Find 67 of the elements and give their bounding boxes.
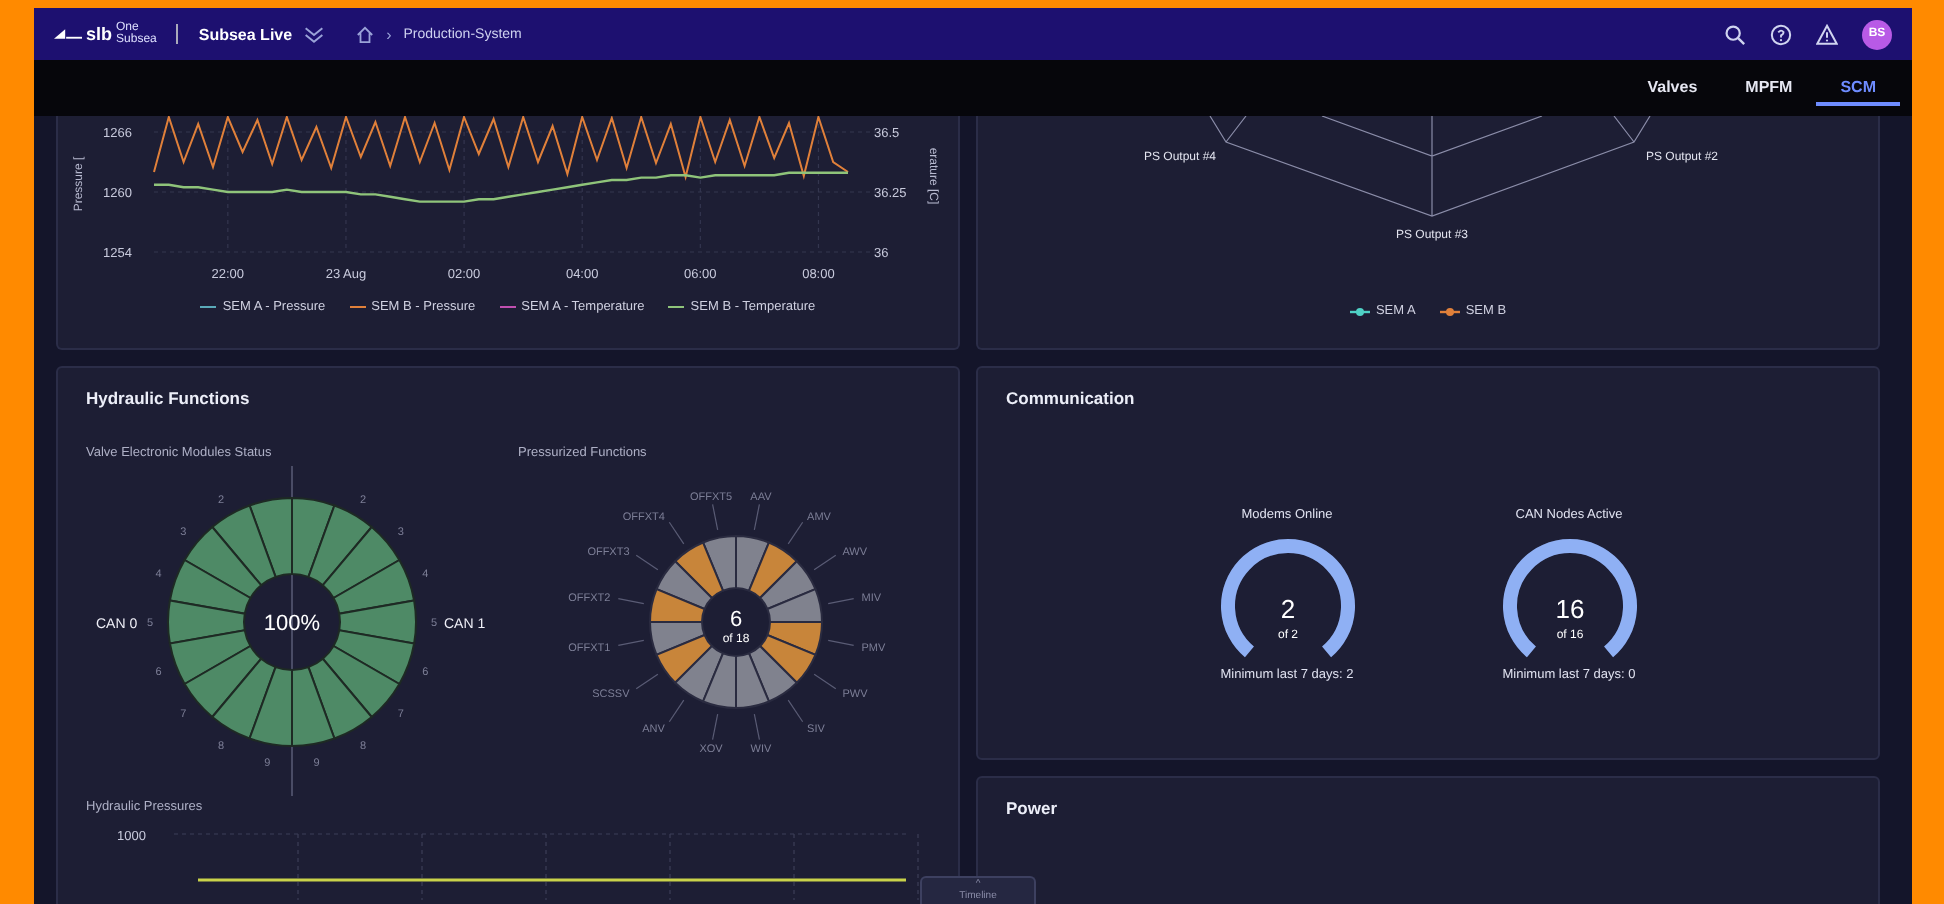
leader-line	[753, 503, 760, 531]
leader-line	[635, 673, 659, 690]
module-segment[interactable]	[168, 629, 252, 685]
breadcrumb-separator: ›	[386, 25, 392, 43]
function-segment[interactable]	[735, 652, 770, 709]
nav-tab[interactable]: Valves	[1623, 70, 1722, 106]
function-segment[interactable]	[649, 588, 706, 623]
module-segment[interactable]	[168, 559, 252, 615]
leader-line	[668, 699, 685, 723]
module-segment[interactable]	[291, 666, 336, 747]
leader-line	[617, 598, 645, 605]
function-segment[interactable]	[759, 560, 817, 610]
module-segment[interactable]	[183, 645, 263, 718]
nav-tab[interactable]: MPFM	[1721, 70, 1817, 106]
module-segment[interactable]	[248, 497, 293, 578]
leader-line	[827, 598, 855, 605]
pressurized-count: 6	[729, 608, 743, 632]
warning-icon[interactable]	[1816, 23, 1838, 45]
function-segment[interactable]	[766, 621, 823, 656]
panel-title: Communication	[1006, 388, 1137, 408]
leader-line	[787, 521, 804, 545]
module-segment[interactable]	[338, 599, 417, 645]
function-segment[interactable]	[649, 621, 706, 656]
function-segment[interactable]	[766, 588, 823, 623]
module-segment[interactable]	[183, 526, 263, 599]
app-name: Subsea Live	[198, 25, 293, 43]
chevron-icon[interactable]	[304, 25, 325, 43]
leader-line	[712, 503, 719, 531]
leader-line	[827, 639, 855, 646]
leader-line	[813, 554, 837, 571]
module-segment[interactable]	[167, 599, 246, 645]
function-segment[interactable]	[748, 541, 798, 599]
gauge-value: 16	[1554, 594, 1584, 624]
help-icon[interactable]	[1770, 23, 1792, 45]
leader-line	[787, 699, 804, 723]
function-segment[interactable]	[655, 560, 713, 610]
panel-title: Power	[1006, 798, 1060, 818]
status-value: 100%	[263, 612, 321, 636]
function-segment[interactable]	[702, 535, 737, 592]
module-segment[interactable]	[332, 629, 416, 685]
module-segment[interactable]	[307, 504, 373, 587]
function-segment[interactable]	[674, 645, 724, 703]
module-segment[interactable]	[211, 657, 277, 740]
module-segment[interactable]	[321, 526, 401, 599]
search-icon[interactable]	[1724, 23, 1746, 45]
gauge-value: 2	[1279, 594, 1295, 624]
leader-line	[813, 673, 837, 690]
panel-title: Hydraulic Functions	[86, 388, 252, 408]
nav-tab[interactable]: SCM	[1816, 70, 1900, 106]
leader-line	[635, 554, 659, 571]
function-segment[interactable]	[759, 634, 817, 684]
function-segment[interactable]	[748, 645, 798, 703]
leader-line	[617, 639, 645, 646]
leader-line	[712, 713, 719, 741]
logo-icon	[54, 26, 82, 42]
module-segment[interactable]	[307, 657, 373, 740]
leader-line	[668, 521, 685, 545]
home-icon[interactable]	[356, 25, 375, 43]
function-segment[interactable]	[655, 634, 713, 684]
function-segment[interactable]	[674, 541, 724, 599]
module-segment[interactable]	[248, 666, 293, 747]
module-segment[interactable]	[332, 559, 416, 615]
module-segment[interactable]	[321, 645, 401, 718]
function-segment[interactable]	[702, 652, 737, 709]
logo-mark: slb	[86, 24, 113, 44]
module-segment[interactable]	[211, 504, 277, 587]
leader-line	[753, 713, 760, 741]
